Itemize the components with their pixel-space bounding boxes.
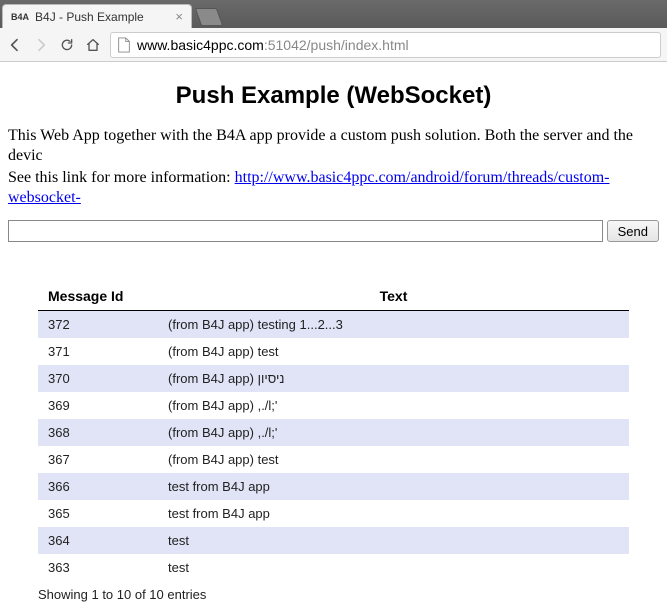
cell-message-id: 371 bbox=[38, 338, 158, 365]
cell-message-id: 368 bbox=[38, 419, 158, 446]
cell-message-id: 367 bbox=[38, 446, 158, 473]
table-row: 366test from B4J app bbox=[38, 473, 629, 500]
table-info: Showing 1 to 10 of 10 entries bbox=[38, 587, 629, 602]
cell-text: (from B4J app) ,./l;' bbox=[158, 419, 629, 446]
address-bar[interactable]: www.basic4ppc.com:51042/push/index.html bbox=[110, 32, 661, 58]
intro-line-2: See this link for more information: http… bbox=[8, 168, 659, 208]
cell-message-id: 365 bbox=[38, 500, 158, 527]
browser-tab-bar: B4A B4J - Push Example × bbox=[0, 0, 667, 28]
tab-title: B4J - Push Example bbox=[35, 10, 144, 24]
cell-message-id: 366 bbox=[38, 473, 158, 500]
send-button[interactable]: Send bbox=[607, 220, 659, 242]
page-content: Push Example (WebSocket) This Web App to… bbox=[0, 62, 667, 610]
cell-text: (from B4J app) ניסיון bbox=[158, 365, 629, 392]
table-row: 364test bbox=[38, 527, 629, 554]
close-icon[interactable]: × bbox=[175, 9, 183, 24]
cell-text: (from B4J app) ,./l;' bbox=[158, 392, 629, 419]
page-title: Push Example (WebSocket) bbox=[8, 82, 659, 110]
cell-message-id: 372 bbox=[38, 311, 158, 339]
table-row: 372(from B4J app) testing 1...2...3 bbox=[38, 311, 629, 339]
browser-toolbar: www.basic4ppc.com:51042/push/index.html bbox=[0, 28, 667, 62]
page-icon bbox=[117, 37, 131, 53]
new-tab-button[interactable] bbox=[195, 8, 224, 26]
messages-table-wrap: Message Id Text 372(from B4J app) testin… bbox=[8, 282, 659, 602]
table-row: 369(from B4J app) ,./l;' bbox=[38, 392, 629, 419]
col-header-text[interactable]: Text bbox=[158, 282, 629, 311]
cell-text: test bbox=[158, 527, 629, 554]
favicon: B4A bbox=[11, 12, 29, 22]
cell-text: (from B4J app) test bbox=[158, 446, 629, 473]
home-button[interactable] bbox=[84, 36, 102, 54]
cell-message-id: 363 bbox=[38, 554, 158, 581]
table-row: 368(from B4J app) ,./l;' bbox=[38, 419, 629, 446]
table-row: 367(from B4J app) test bbox=[38, 446, 629, 473]
url-text: www.basic4ppc.com:51042/push/index.html bbox=[137, 37, 409, 53]
table-row: 370(from B4J app) ניסיון bbox=[38, 365, 629, 392]
cell-message-id: 370 bbox=[38, 365, 158, 392]
messages-table: Message Id Text 372(from B4J app) testin… bbox=[38, 282, 629, 581]
cell-text: (from B4J app) testing 1...2...3 bbox=[158, 311, 629, 339]
cell-text: test from B4J app bbox=[158, 500, 629, 527]
back-button[interactable] bbox=[6, 36, 24, 54]
cell-text: (from B4J app) test bbox=[158, 338, 629, 365]
forward-button[interactable] bbox=[32, 36, 50, 54]
send-form: Send bbox=[8, 220, 659, 242]
cell-message-id: 369 bbox=[38, 392, 158, 419]
col-header-id[interactable]: Message Id bbox=[38, 282, 158, 311]
reload-button[interactable] bbox=[58, 36, 76, 54]
browser-tab[interactable]: B4A B4J - Push Example × bbox=[2, 4, 192, 28]
intro-line-1: This Web App together with the B4A app p… bbox=[8, 126, 659, 166]
cell-text: test from B4J app bbox=[158, 473, 629, 500]
cell-text: test bbox=[158, 554, 629, 581]
table-row: 365test from B4J app bbox=[38, 500, 629, 527]
table-row: 371(from B4J app) test bbox=[38, 338, 629, 365]
table-row: 363test bbox=[38, 554, 629, 581]
message-input[interactable] bbox=[8, 220, 603, 242]
cell-message-id: 364 bbox=[38, 527, 158, 554]
